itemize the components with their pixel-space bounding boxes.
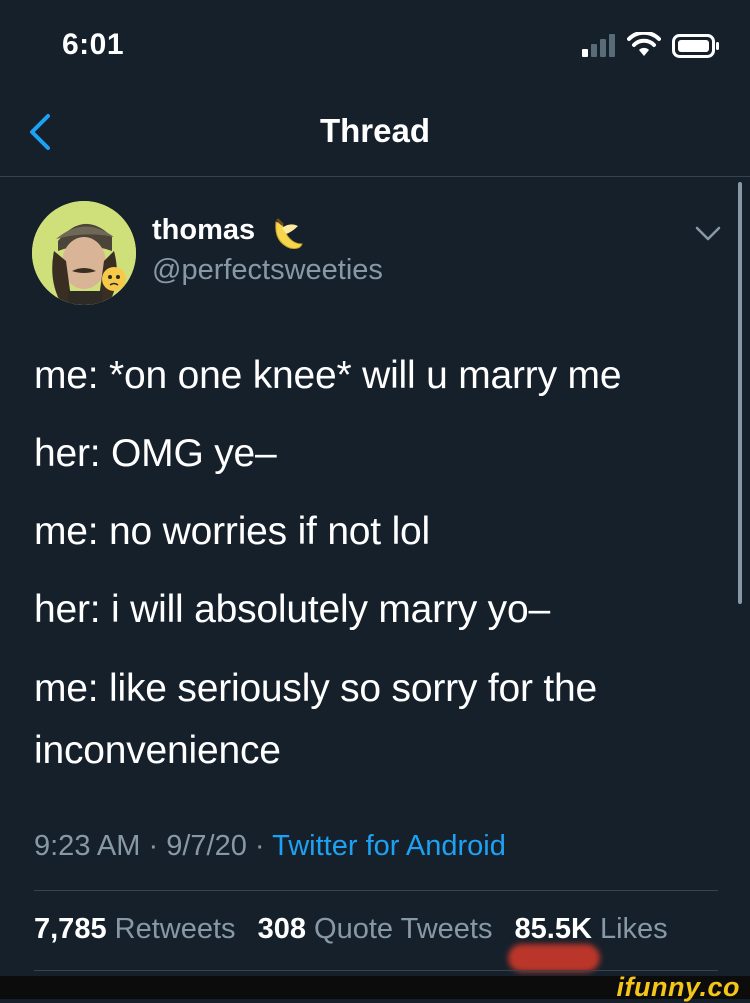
meta-separator: ·	[254, 830, 265, 862]
status-icons	[582, 30, 722, 64]
tweet-date: 9/7/20	[166, 830, 247, 862]
status-time: 6:01	[62, 28, 125, 61]
divider	[34, 890, 718, 891]
battery-icon	[672, 34, 719, 58]
author-display-name[interactable]: thomas	[152, 214, 255, 247]
page-title: Thread	[319, 112, 431, 149]
likes-stat[interactable]: 85.5K Likes	[515, 913, 668, 945]
tweet-line: her: i will absolutely marry yo–	[34, 588, 550, 631]
cellular-signal-icon	[582, 34, 615, 57]
tweet-line: me: like seriously so sorry for the inco…	[34, 667, 598, 772]
quotes-count: 308	[257, 913, 306, 945]
watermark-logo: ifunny.co	[616, 972, 740, 1002]
tweet-text: me: *on one knee* will u marry me her: O…	[34, 346, 714, 800]
likes-count: 85.5K	[514, 913, 592, 945]
nav-bar: Thread	[0, 90, 750, 177]
chevron-down-icon[interactable]	[694, 224, 722, 244]
quote-tweets-stat[interactable]: 308 Quote Tweets	[258, 913, 493, 945]
retweets-label: Retweets	[114, 913, 236, 945]
tweet-meta: 9:23 AM · 9/7/20 · Twitter for Android	[34, 830, 506, 863]
likes-label: Likes	[599, 913, 668, 945]
retweets-stat[interactable]: 7,785 Retweets	[34, 913, 236, 945]
tweet-line: her: OMG ye–	[34, 432, 277, 475]
red-scribble-mark	[508, 944, 600, 972]
banana-emoji-icon	[275, 218, 303, 249]
author-handle[interactable]: @perfectsweeties	[152, 254, 383, 287]
retweets-count: 7,785	[34, 913, 107, 945]
quotes-label: Quote Tweets	[314, 913, 493, 945]
wifi-icon	[627, 32, 661, 56]
status-bar: 6:01	[0, 0, 750, 90]
avatar[interactable]	[32, 201, 136, 305]
tweet-stats: 7,785 Retweets 308 Quote Tweets 85.5K Li…	[34, 913, 682, 946]
tweet-source-link[interactable]: Twitter for Android	[272, 830, 506, 862]
divider	[34, 970, 718, 971]
scroll-indicator[interactable]	[738, 182, 742, 604]
tweet-time: 9:23 AM	[34, 830, 141, 862]
meta-separator: ·	[148, 830, 159, 862]
tweet-line: me: *on one knee* will u marry me	[34, 354, 622, 397]
tweet-line: me: no worries if not lol	[34, 510, 430, 553]
avatar-image	[32, 201, 136, 305]
